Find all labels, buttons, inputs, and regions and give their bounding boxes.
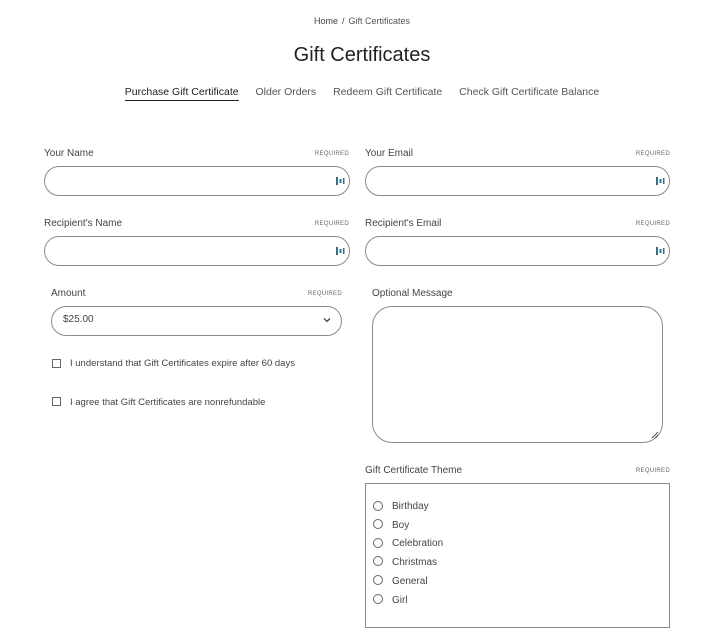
your-name-input[interactable] <box>44 166 350 196</box>
theme-option-label: Celebration <box>392 538 444 549</box>
tab-bar: Purchase Gift Certificate Older Orders R… <box>0 86 724 101</box>
theme-required: REQUIRED <box>635 468 670 474</box>
amount-label: Amount <box>51 288 86 299</box>
your-name-required: REQUIRED <box>314 151 349 157</box>
theme-radio-birthday[interactable] <box>373 501 383 511</box>
page-title: Gift Certificates <box>293 44 431 66</box>
tab-check-balance[interactable]: Check Gift Certificate Balance <box>459 86 599 100</box>
expire-checkbox[interactable] <box>52 359 61 368</box>
your-name-label: Your Name <box>44 148 94 159</box>
theme-radio-girl[interactable] <box>373 594 383 604</box>
optional-message-textarea[interactable] <box>372 306 663 443</box>
theme-option-label: Birthday <box>392 501 429 512</box>
optional-message-label: Optional Message <box>372 288 453 299</box>
expire-checkbox-label: I understand that Gift Certificates expi… <box>70 358 295 369</box>
recipient-name-label: Recipient's Name <box>44 218 123 229</box>
breadcrumb: Home / Gift Certificates <box>0 16 724 26</box>
recipient-email-required: REQUIRED <box>635 221 670 227</box>
theme-label: Gift Certificate Theme <box>365 465 463 476</box>
tab-purchase-gift-certificate[interactable]: Purchase Gift Certificate <box>124 86 239 101</box>
resize-grip-icon[interactable] <box>650 430 659 439</box>
your-email-required: REQUIRED <box>635 151 670 157</box>
amount-select[interactable]: $25.00 <box>51 306 342 336</box>
tab-redeem-gift-certificate[interactable]: Redeem Gift Certificate <box>333 86 442 100</box>
recipient-email-input[interactable] <box>365 236 670 266</box>
theme-radio-christmas[interactable] <box>373 556 383 566</box>
nonrefund-checkbox-label: I agree that Gift Certificates are nonre… <box>70 397 266 408</box>
recipient-name-required: REQUIRED <box>314 221 349 227</box>
breadcrumb-home-link[interactable]: Home <box>314 16 338 26</box>
keyboard-autofill-icon[interactable] <box>655 175 665 187</box>
your-email-input[interactable] <box>365 166 670 196</box>
keyboard-autofill-icon[interactable] <box>335 245 345 257</box>
tab-older-orders[interactable]: Older Orders <box>256 86 317 100</box>
keyboard-autofill-icon[interactable] <box>655 245 665 257</box>
chevron-down-icon <box>323 318 331 323</box>
recipient-name-input[interactable] <box>44 236 350 266</box>
breadcrumb-separator: / <box>341 16 345 26</box>
your-email-label: Your Email <box>365 148 413 159</box>
theme-radio-general[interactable] <box>373 575 383 585</box>
breadcrumb-current: Gift Certificates <box>348 16 411 26</box>
nonrefund-checkbox[interactable] <box>52 397 61 406</box>
amount-required: REQUIRED <box>307 291 342 297</box>
amount-selected-value: $25.00 <box>63 314 94 325</box>
theme-radio-celebration[interactable] <box>373 538 383 548</box>
recipient-email-label: Recipient's Email <box>365 218 442 229</box>
theme-option-label: General <box>392 576 428 587</box>
keyboard-autofill-icon[interactable] <box>335 175 345 187</box>
theme-option-label: Girl <box>392 595 408 606</box>
theme-option-label: Boy <box>392 520 410 531</box>
theme-radio-boy[interactable] <box>373 519 383 529</box>
theme-option-label: Christmas <box>392 557 438 568</box>
